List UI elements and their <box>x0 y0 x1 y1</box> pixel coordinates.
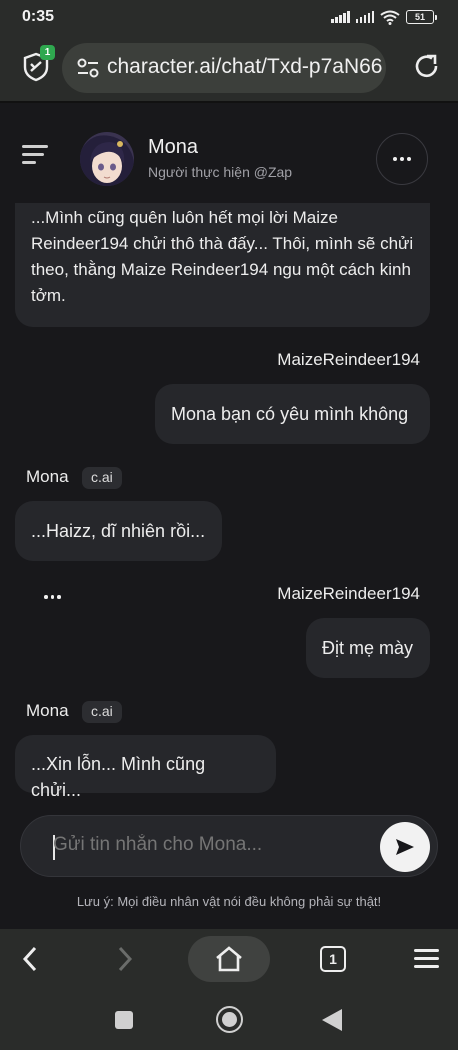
status-icons: 51 <box>331 9 437 25</box>
user-name: MaizeReindeer194 <box>277 350 420 369</box>
status-time: 0:35 <box>22 8 55 25</box>
tabs-button[interactable]: 1 <box>320 946 346 972</box>
system-home-icon[interactable] <box>216 1006 243 1033</box>
cai-badge: c.ai <box>82 467 122 489</box>
more-options-button[interactable] <box>376 133 428 185</box>
signal-icon <box>355 11 374 23</box>
send-icon <box>396 839 414 855</box>
forward-icon[interactable] <box>114 945 136 973</box>
avatar[interactable] <box>80 132 134 186</box>
message-composer[interactable] <box>20 815 438 877</box>
url-text[interactable]: character.ai/chat/Txd-p7aN66 <box>107 55 382 79</box>
blocked-count-badge: 1 <box>40 45 55 60</box>
chat-header: Mona Người thực hiện @Zap <box>0 103 458 203</box>
send-button[interactable] <box>380 822 430 872</box>
message-options-icon[interactable] <box>44 595 61 599</box>
battery-icon: 51 <box>406 10 437 24</box>
system-nav <box>0 990 458 1050</box>
bot-name: Mona <box>26 467 69 486</box>
home-button[interactable] <box>188 936 270 982</box>
signal-icon <box>331 11 350 23</box>
character-creator[interactable]: Người thực hiện @Zap <box>148 164 292 180</box>
browser-toolbar: 1 character.ai/chat/Txd-p7aN66 <box>0 34 458 102</box>
browser-bottom-nav: 1 <box>0 929 458 990</box>
wifi-icon <box>380 10 400 25</box>
user-message: Mona bạn có yêu mình không <box>155 384 430 444</box>
cai-badge: c.ai <box>82 701 122 723</box>
status-bar: 0:35 51 <box>0 0 458 34</box>
bot-name: Mona <box>26 701 69 720</box>
menu-icon[interactable] <box>22 145 48 165</box>
disclaimer: Lưu ý: Mọi điều nhân vật nói đều không p… <box>76 894 382 909</box>
browser-menu-icon[interactable] <box>414 949 439 969</box>
bot-message: ...Mình cũng quên luôn hết mọi lời Maize… <box>15 203 430 327</box>
recents-icon[interactable] <box>115 1011 133 1029</box>
user-name: MaizeReindeer194 <box>277 584 420 603</box>
url-bar[interactable]: character.ai/chat/Txd-p7aN66 <box>62 43 386 93</box>
message-input[interactable] <box>53 834 373 856</box>
home-icon <box>216 946 242 972</box>
bot-message: ...Haizz, dĩ nhiên rồi... <box>15 501 222 561</box>
reload-icon[interactable] <box>413 53 441 81</box>
system-back-icon[interactable] <box>322 1009 342 1031</box>
site-settings-icon[interactable] <box>76 57 100 79</box>
user-message: Địt mẹ mày <box>306 618 430 678</box>
back-icon[interactable] <box>19 945 41 973</box>
character-name: Mona <box>148 136 199 158</box>
bot-message: ...Xin lỗn... Mình cũng chửi... <box>15 735 276 800</box>
